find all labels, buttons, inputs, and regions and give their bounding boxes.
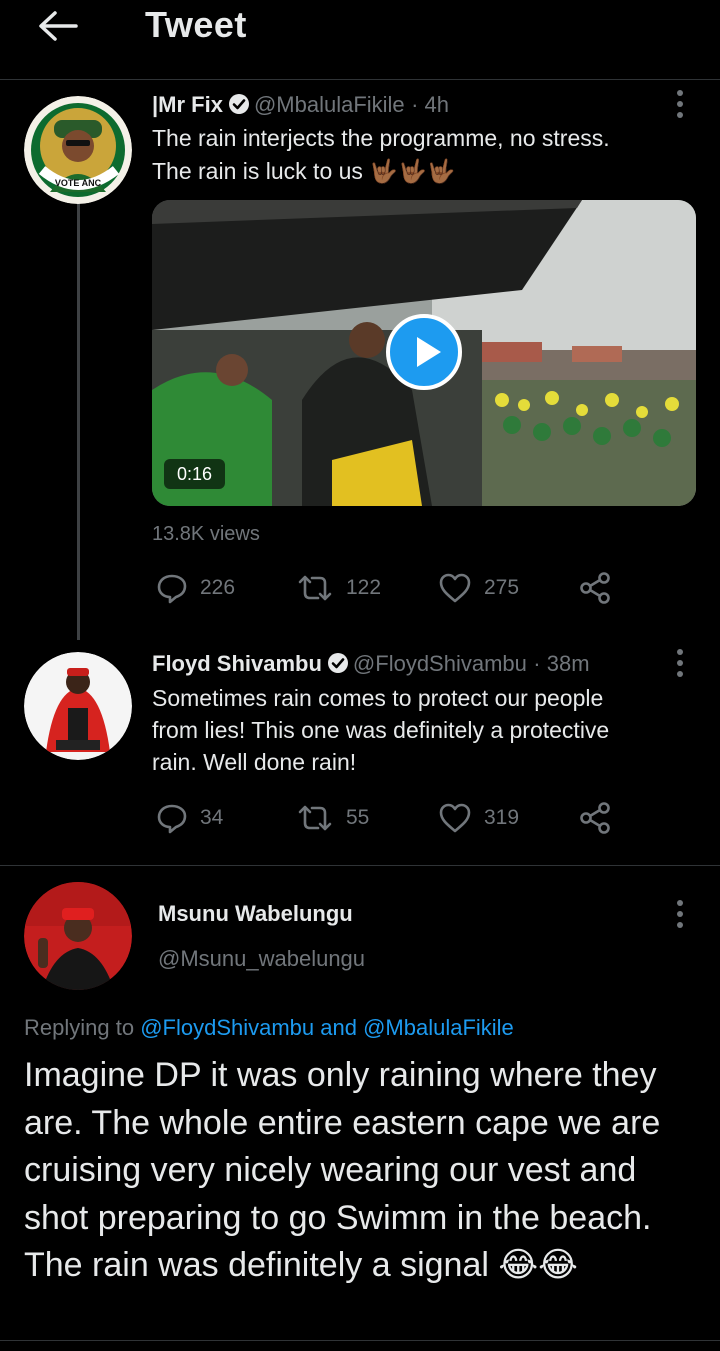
section-divider: [0, 1340, 720, 1341]
main-tweet-text: Imagine DP it was only raining where the…: [24, 1056, 661, 1284]
replying-to-users[interactable]: @FloydShivambu and @MbalulaFikile: [140, 1015, 514, 1040]
tweet-time: · 4h: [411, 92, 449, 117]
tweet-time: · 38m: [533, 651, 590, 676]
reply-count: 226: [200, 576, 236, 599]
avatar-image: [24, 652, 132, 760]
retweet-icon: [298, 575, 332, 601]
share-icon: [580, 802, 610, 834]
video-player[interactable]: 0:16: [152, 200, 696, 506]
reply-icon: [157, 804, 187, 834]
author-handle[interactable]: @FloydShivambu: [353, 651, 527, 676]
like-count: 319: [484, 806, 520, 829]
reply-button[interactable]: 226: [156, 570, 235, 606]
retweet-count: 55: [346, 806, 370, 829]
share-button[interactable]: [578, 570, 612, 606]
more-options-icon[interactable]: [674, 90, 686, 120]
avatar-image: VOTE ANC: [24, 96, 132, 204]
like-icon: [439, 803, 471, 833]
tweet-1-header: |Mr Fix @MbalulaFikile · 4h: [152, 88, 449, 121]
avatar-floyd[interactable]: [24, 652, 132, 760]
like-button[interactable]: 319: [438, 800, 519, 836]
author-name[interactable]: Floyd Shivambu: [152, 651, 322, 676]
svg-text:VOTE ANC: VOTE ANC: [55, 178, 102, 188]
tweet-text-line: rain. Well done rain!: [152, 749, 357, 775]
author-name[interactable]: Msunu Wabelungu: [158, 898, 353, 930]
reply-icon: [157, 574, 187, 604]
thread-connector-line: [77, 196, 80, 640]
share-icon: [580, 572, 610, 604]
more-options-icon[interactable]: [674, 649, 686, 679]
avatar-image: [24, 882, 132, 990]
play-icon[interactable]: [386, 314, 462, 390]
author-name[interactable]: |Mr Fix: [152, 92, 223, 117]
verified-badge-icon: [228, 94, 249, 114]
more-options-icon[interactable]: [674, 900, 686, 930]
tweet-2-header: Floyd Shivambu @FloydShivambu · 38m: [152, 647, 590, 680]
avatar-mbalula[interactable]: VOTE ANC: [24, 96, 132, 204]
retweet-button[interactable]: 55: [296, 800, 369, 836]
author-handle[interactable]: @MbalulaFikile: [254, 92, 405, 117]
page-title: Tweet: [145, 4, 247, 45]
tweet-text-line: from lies! This one was definitely a pro…: [152, 717, 610, 743]
replying-to-label: Replying to: [24, 1015, 141, 1040]
tweet-text-line: The rain is luck to us 🤟🏾🤟🏾🤟🏾: [152, 158, 456, 184]
like-count: 275: [484, 576, 520, 599]
view-count: 13.8K views: [152, 523, 260, 545]
like-icon: [439, 573, 471, 603]
verified-badge-icon: [327, 653, 348, 673]
tweet-text-line: The rain interjects the programme, no st…: [152, 125, 610, 151]
replying-to: Replying to @FloydShivambu and @MbalulaF…: [24, 1015, 514, 1041]
retweet-count: 122: [346, 576, 382, 599]
top-bar: Tweet: [0, 0, 720, 80]
tweet-text-line: Sometimes rain comes to protect our peop…: [152, 685, 604, 711]
section-divider: [0, 865, 720, 866]
retweet-button[interactable]: 122: [296, 570, 381, 606]
share-button[interactable]: [578, 800, 612, 836]
back-arrow-icon[interactable]: [34, 8, 80, 44]
reply-count: 34: [200, 806, 224, 829]
avatar-msunu[interactable]: [24, 882, 132, 990]
reply-button[interactable]: 34: [156, 800, 223, 836]
video-duration: 0:16: [164, 459, 226, 489]
like-button[interactable]: 275: [438, 570, 519, 606]
author-handle[interactable]: @Msunu_wabelungu: [158, 943, 365, 975]
retweet-icon: [298, 805, 332, 831]
